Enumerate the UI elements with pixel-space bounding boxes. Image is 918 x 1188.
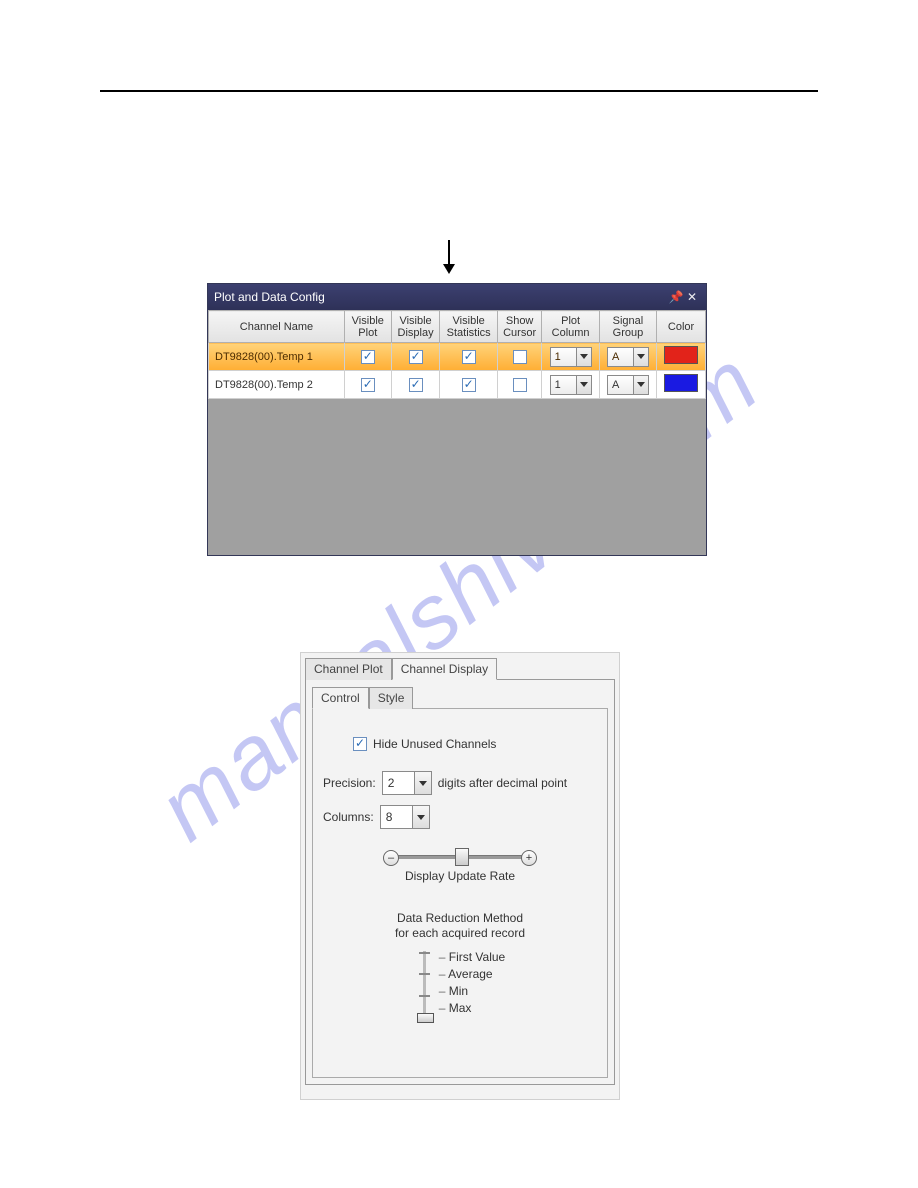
- data-reduction-option: Min: [439, 983, 505, 1000]
- col-visible-display[interactable]: VisibleDisplay: [391, 311, 440, 343]
- col-show-cursor[interactable]: ShowCursor: [497, 311, 542, 343]
- visible-statistics-checkbox[interactable]: [462, 350, 476, 364]
- display-update-rate-label: Display Update Rate: [323, 869, 597, 883]
- show-cursor-checkbox[interactable]: [513, 350, 527, 364]
- col-plot-column[interactable]: PlotColumn: [542, 311, 599, 343]
- tab-channel-plot[interactable]: Channel Plot: [305, 658, 392, 680]
- plot-column-select[interactable]: 1: [550, 347, 592, 367]
- show-cursor-checkbox[interactable]: [513, 378, 527, 392]
- data-reduction-title-2: for each acquired record: [323, 926, 597, 941]
- plot-column-select[interactable]: 1: [550, 375, 592, 395]
- channel-name-cell: DT9828(00).Temp 1: [209, 343, 345, 371]
- data-reduction-option: Average: [439, 966, 505, 983]
- tab-control[interactable]: Control: [312, 687, 369, 709]
- plot-data-config-titlebar: Plot and Data Config 📌 ✕: [208, 284, 706, 310]
- color-swatch[interactable]: [664, 374, 698, 392]
- slider-thumb[interactable]: [455, 848, 469, 866]
- col-signal-group[interactable]: SignalGroup: [599, 311, 656, 343]
- col-visible-plot[interactable]: VisiblePlot: [344, 311, 391, 343]
- close-icon[interactable]: ✕: [684, 290, 700, 304]
- table-row[interactable]: DT9828(00).Temp 1 1A: [209, 343, 706, 371]
- visible-display-checkbox[interactable]: [409, 350, 423, 364]
- hide-unused-channels-label: Hide Unused Channels: [373, 737, 496, 751]
- data-reduction-slider[interactable]: [415, 949, 433, 1019]
- col-color[interactable]: Color: [657, 311, 706, 343]
- data-reduction-option: Max: [439, 1000, 505, 1017]
- data-reduction-title-1: Data Reduction Method: [323, 911, 597, 926]
- table-row[interactable]: DT9828(00).Temp 2 1A: [209, 371, 706, 399]
- tab-style[interactable]: Style: [369, 687, 414, 709]
- precision-suffix: digits after decimal point: [438, 776, 567, 790]
- slider-plus-icon[interactable]: +: [521, 850, 537, 866]
- data-reduction-thumb[interactable]: [417, 1013, 434, 1023]
- visible-statistics-checkbox[interactable]: [462, 378, 476, 392]
- columns-label: Columns:: [323, 810, 374, 824]
- col-visible-statistics[interactable]: VisibleStatistics: [440, 311, 497, 343]
- signal-group-select[interactable]: A: [607, 347, 649, 367]
- col-channel-name[interactable]: Channel Name: [209, 311, 345, 343]
- precision-label: Precision:: [323, 776, 376, 790]
- plot-data-config-panel: Plot and Data Config 📌 ✕ Channel Name Vi…: [207, 283, 707, 556]
- signal-group-select[interactable]: A: [607, 375, 649, 395]
- columns-select[interactable]: 8: [380, 805, 430, 829]
- channel-name-cell: DT9828(00).Temp 2: [209, 371, 345, 399]
- arrow-indicator: [435, 240, 463, 280]
- pin-icon[interactable]: 📌: [668, 290, 684, 304]
- hide-unused-channels-checkbox[interactable]: [353, 737, 367, 751]
- data-reduction-option: First Value: [439, 949, 505, 966]
- display-update-rate-slider[interactable]: – +: [385, 847, 535, 865]
- channel-display-panel: Channel Plot Channel Display Control Sty…: [300, 652, 620, 1100]
- tab-channel-display[interactable]: Channel Display: [392, 658, 497, 680]
- slider-minus-icon[interactable]: –: [383, 850, 399, 866]
- plot-data-config-table: Channel Name VisiblePlot VisibleDisplay …: [208, 310, 706, 399]
- visible-plot-checkbox[interactable]: [361, 378, 375, 392]
- color-swatch[interactable]: [664, 346, 698, 364]
- precision-select[interactable]: 2: [382, 771, 432, 795]
- plot-data-config-title: Plot and Data Config: [214, 290, 668, 304]
- visible-display-checkbox[interactable]: [409, 378, 423, 392]
- visible-plot-checkbox[interactable]: [361, 350, 375, 364]
